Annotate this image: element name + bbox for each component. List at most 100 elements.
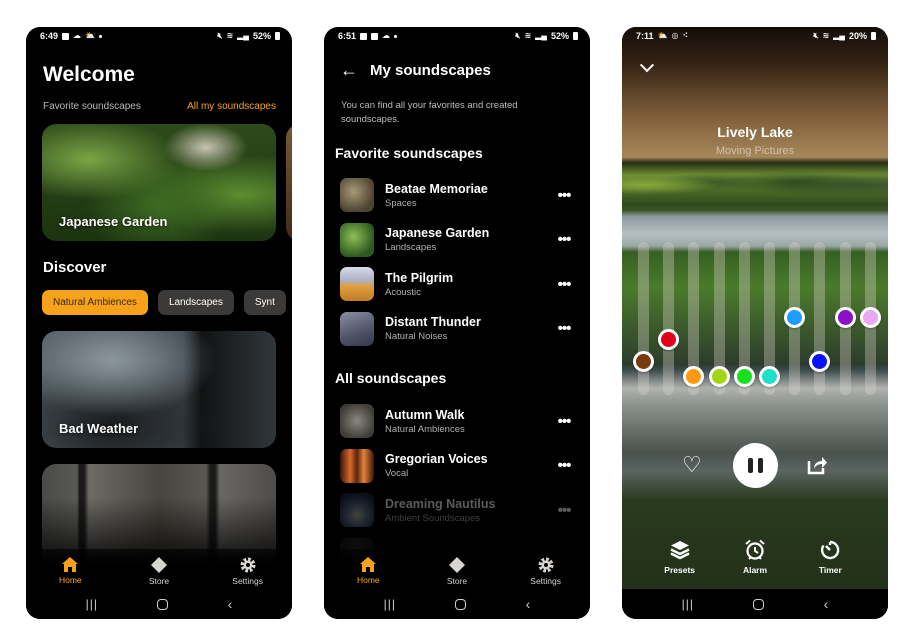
home-screen: 6:49 ☁ ⛅ 🔇︎ ≋ ▂▄ 52% Welcome Favorite so…	[26, 27, 292, 619]
status-time: 7:11	[636, 31, 654, 41]
collapse-player-button[interactable]	[636, 57, 658, 79]
item-title: The Pilgrim	[385, 270, 454, 285]
timer-button[interactable]: Timer	[800, 539, 860, 575]
volume-slider-knob[interactable]	[784, 306, 806, 328]
battery-percent: 20%	[848, 31, 867, 41]
battery-icon	[275, 32, 280, 40]
signal-icon: ▂▄	[535, 31, 547, 40]
thumbnail	[340, 493, 374, 528]
volume-slider-track[interactable]	[814, 242, 826, 395]
favorite-heart-icon[interactable]: ♡	[682, 454, 702, 476]
item-title: Gregorian Voices	[385, 452, 488, 467]
volume-slider-knob[interactable]	[809, 351, 831, 373]
battery-percent: 52%	[550, 31, 569, 41]
nav-settings[interactable]: Settings	[218, 557, 278, 586]
back-arrow-icon[interactable]: ←	[340, 61, 358, 79]
system-back-button[interactable]: ‹	[824, 596, 829, 612]
nav-settings[interactable]: Settings	[516, 557, 576, 586]
system-home-button[interactable]	[753, 598, 765, 610]
volume-slider-knob[interactable]	[859, 306, 881, 328]
item-title: Japanese Garden	[385, 226, 490, 241]
chip-landscapes[interactable]: Landscapes	[157, 290, 234, 315]
playback-controls: ♡	[622, 442, 888, 488]
list-item[interactable]: Dreaming Nautilus Ambient Soundscapes •••	[340, 488, 576, 533]
alarm-status-icon: ◎	[671, 31, 679, 40]
list-item[interactable]: Gregorian Voices Vocal •••	[340, 444, 576, 489]
tree-line	[622, 155, 888, 205]
discover-card-bad-weather[interactable]: Bad Weather	[42, 331, 276, 448]
system-home-button[interactable]	[455, 598, 467, 610]
recent-apps-button[interactable]: |||	[86, 597, 98, 611]
list-item[interactable]: Autumn Walk Natural Ambiences •••	[340, 399, 576, 444]
wifi-icon: ≋	[822, 31, 830, 40]
card-title: Japanese Garden	[59, 214, 168, 229]
recent-apps-button[interactable]: |||	[384, 597, 396, 611]
more-options-icon[interactable]: •••	[552, 502, 576, 519]
battery-icon	[573, 32, 578, 40]
tool-label: Timer	[818, 565, 842, 575]
list-item[interactable]: Distant Thunder Natural Noises •••	[340, 307, 576, 352]
volume-slider-knob[interactable]	[708, 366, 730, 388]
share-icon[interactable]	[806, 454, 828, 476]
nav-home[interactable]: Home	[338, 557, 398, 585]
status-bar: 7:11 ⛅ ◎ ⁖ 🔇︎ ≋ ▂▄ 20%	[622, 27, 888, 45]
system-home-button[interactable]	[157, 598, 169, 610]
system-nav-bar: ||| ‹	[324, 589, 590, 619]
nav-label: Store	[446, 575, 468, 586]
list-item[interactable]: The Pilgrim Acoustic •••	[340, 262, 576, 307]
nav-label: Settings	[232, 575, 263, 586]
nav-home[interactable]: Home	[40, 557, 100, 585]
item-category: Vocal	[385, 468, 409, 480]
favorite-card-japanese-garden[interactable]: Japanese Garden	[42, 124, 276, 241]
category-chips: Natural Ambiences Landscapes Synt	[42, 290, 286, 315]
nav-label: Home	[58, 575, 82, 585]
nav-store[interactable]: Store	[129, 556, 189, 586]
item-title: Autumn Walk	[385, 407, 465, 422]
chip-natural-ambiences[interactable]: Natural Ambiences	[42, 290, 148, 315]
favorite-card-next[interactable]	[286, 124, 292, 241]
list-item[interactable]: Beatae Memoriae Spaces •••	[340, 173, 576, 218]
all-soundscapes-link[interactable]: All my soundscapes	[187, 101, 276, 112]
volume-slider-knob[interactable]	[683, 366, 705, 388]
chip-synth[interactable]: Synt	[243, 290, 286, 315]
battery-percent: 52%	[252, 31, 271, 41]
page-title: Welcome	[43, 63, 135, 86]
volume-slider-knob[interactable]	[733, 366, 755, 388]
tool-label: Presets	[664, 565, 696, 575]
wifi-icon: ≋	[226, 31, 234, 40]
tool-label: Alarm	[742, 565, 768, 575]
timer-icon	[821, 540, 840, 560]
pause-button[interactable]	[732, 442, 778, 488]
gear-icon	[538, 557, 554, 572]
presets-button[interactable]: Presets	[650, 539, 710, 575]
item-title: Dreaming Nautilus	[385, 496, 496, 511]
more-options-icon[interactable]: •••	[552, 457, 576, 474]
volume-slider-knob[interactable]	[633, 351, 654, 373]
gear-icon	[240, 557, 256, 572]
battery-icon	[871, 32, 876, 40]
volume-slider-knob[interactable]	[834, 306, 856, 328]
more-options-icon[interactable]: •••	[552, 231, 576, 248]
more-options-icon[interactable]: •••	[552, 320, 576, 337]
more-options-icon[interactable]: •••	[552, 413, 576, 430]
volume-slider-knob[interactable]	[759, 366, 780, 388]
diamond-icon	[150, 556, 167, 573]
sound-mixer	[622, 242, 888, 395]
list-item[interactable]: Japanese Garden Landscapes •••	[340, 218, 576, 263]
system-back-button[interactable]: ‹	[526, 596, 531, 612]
nav-store[interactable]: Store	[427, 556, 487, 586]
mute-icon: 🔇︎	[813, 31, 819, 40]
alarm-button[interactable]: Alarm	[725, 539, 785, 575]
bottom-nav: Home Store Settings	[26, 549, 292, 589]
mute-icon: 🔇︎	[515, 31, 521, 40]
signal-icon: ▂▄	[237, 31, 249, 40]
volume-slider-knob[interactable]	[658, 329, 680, 351]
status-bar: 6:49 ☁ ⛅ 🔇︎ ≋ ▂▄ 52%	[26, 27, 292, 45]
system-back-button[interactable]: ‹	[228, 596, 233, 612]
thumbnail	[340, 222, 374, 257]
more-options-icon[interactable]: •••	[552, 276, 576, 293]
volume-slider-track[interactable]	[638, 242, 649, 395]
more-options-icon[interactable]: •••	[552, 187, 576, 204]
recent-apps-button[interactable]: |||	[682, 597, 694, 611]
volume-slider-track[interactable]	[663, 242, 675, 395]
